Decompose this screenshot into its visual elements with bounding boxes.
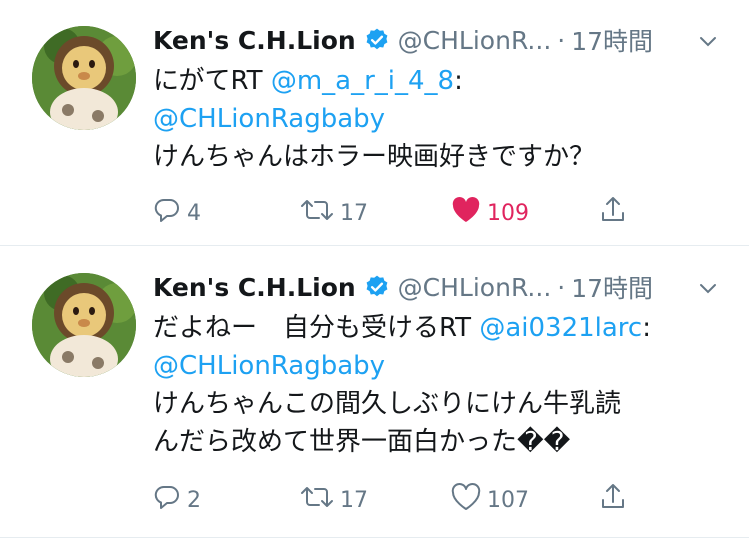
like-count: 109 bbox=[487, 200, 529, 226]
like-button[interactable]: 109 bbox=[451, 196, 529, 230]
like-button[interactable]: 107 bbox=[451, 483, 529, 517]
tweet-line: だよねー 自分も受けるRT @ai0321larc: bbox=[153, 309, 721, 347]
tweet[interactable]: Ken's C.H.Lion @CHLionR... · 17時間 だよねー 自… bbox=[0, 247, 749, 538]
tweet-line: んだら改めて世界一面白かった�� bbox=[153, 427, 571, 457]
tweet-timestamp[interactable]: 17時間 bbox=[571, 269, 653, 305]
share-icon bbox=[599, 195, 633, 231]
tweet-actions: 2 17 107 bbox=[153, 483, 749, 517]
author-name[interactable]: Ken's C.H.Lion bbox=[153, 26, 356, 55]
reply-count: 4 bbox=[187, 200, 201, 226]
header-separator: · bbox=[557, 272, 566, 302]
author-name[interactable]: Ken's C.H.Lion bbox=[153, 273, 356, 302]
retweet-button[interactable]: 17 bbox=[300, 196, 368, 230]
mention-link[interactable]: @ai0321larc bbox=[479, 313, 642, 343]
share-button[interactable] bbox=[599, 196, 633, 230]
verified-badge-icon bbox=[364, 274, 390, 300]
header-separator: · bbox=[557, 25, 566, 55]
heart-icon bbox=[451, 483, 487, 517]
tweet[interactable]: Ken's C.H.Lion @CHLionR... · 17時間 にがてRT … bbox=[0, 0, 749, 246]
share-button[interactable] bbox=[599, 483, 633, 517]
reply-button[interactable]: 2 bbox=[153, 483, 201, 517]
author-handle[interactable]: @CHLionR... bbox=[398, 273, 552, 302]
chevron-down-icon[interactable] bbox=[697, 30, 719, 52]
tweet-text-segment: : bbox=[642, 313, 651, 343]
tweet-text-segment: にがてRT bbox=[153, 66, 271, 96]
mention-link[interactable]: @CHLionRagbaby bbox=[153, 351, 385, 381]
retweet-count: 17 bbox=[340, 487, 368, 513]
reply-count: 2 bbox=[187, 487, 201, 513]
reply-icon bbox=[153, 484, 187, 516]
tweet-header: Ken's C.H.Lion @CHLionR... · 17時間 bbox=[153, 267, 653, 307]
tweet-text-segment: : bbox=[454, 66, 463, 96]
tweet-text: にがてRT @m_a_r_i_4_8: @CHLionRagbaby けんちゃん… bbox=[153, 62, 721, 176]
tweet-line: けんちゃんこの間久しぶりにけん牛乳読 bbox=[153, 389, 622, 419]
tweet-line: @CHLionRagbaby bbox=[153, 100, 721, 138]
chevron-down-icon[interactable] bbox=[697, 277, 719, 299]
tweet-line: @CHLionRagbaby bbox=[153, 347, 721, 385]
avatar[interactable] bbox=[32, 26, 136, 130]
tweet-feed: Ken's C.H.Lion @CHLionR... · 17時間 にがてRT … bbox=[0, 0, 749, 542]
reply-icon bbox=[153, 197, 187, 229]
retweet-icon bbox=[300, 484, 340, 516]
reply-button[interactable]: 4 bbox=[153, 196, 201, 230]
tweet-line: にがてRT @m_a_r_i_4_8: bbox=[153, 62, 721, 100]
tweet-line: けんちゃんはホラー映画好きですか？ bbox=[153, 142, 596, 172]
verified-badge-icon bbox=[364, 27, 390, 53]
retweet-icon bbox=[300, 197, 340, 229]
avatar[interactable] bbox=[32, 273, 136, 377]
heart-icon bbox=[451, 196, 487, 230]
retweet-count: 17 bbox=[340, 200, 368, 226]
tweet-actions: 4 17 109 bbox=[153, 196, 749, 230]
author-handle[interactable]: @CHLionR... bbox=[398, 26, 552, 55]
retweet-button[interactable]: 17 bbox=[300, 483, 368, 517]
tweet-header: Ken's C.H.Lion @CHLionR... · 17時間 bbox=[153, 20, 653, 60]
share-icon bbox=[599, 482, 633, 518]
tweet-timestamp[interactable]: 17時間 bbox=[571, 22, 653, 58]
tweet-text: だよねー 自分も受けるRT @ai0321larc: @CHLionRagbab… bbox=[153, 309, 721, 461]
like-count: 107 bbox=[487, 487, 529, 513]
tweet-text-segment: だよねー 自分も受けるRT bbox=[153, 313, 480, 343]
mention-link[interactable]: @m_a_r_i_4_8 bbox=[271, 66, 454, 96]
mention-link[interactable]: @CHLionRagbaby bbox=[153, 104, 385, 134]
